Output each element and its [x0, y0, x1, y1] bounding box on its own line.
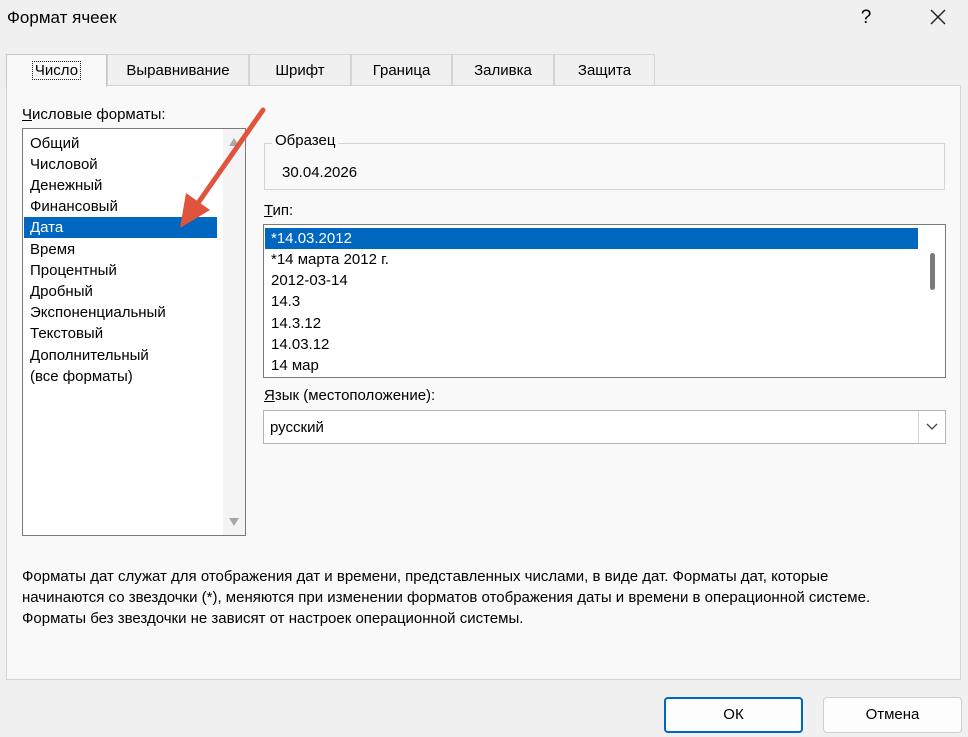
list-item[interactable]: Дополнительный [24, 345, 217, 366]
close-icon [930, 9, 946, 25]
locale-select[interactable]: русский [263, 410, 946, 444]
help-button[interactable]: ? [850, 4, 882, 32]
list-item[interactable]: 14 мар [265, 355, 918, 376]
list-item[interactable]: *14 марта 2012 г. [265, 249, 918, 270]
category-list[interactable]: Общий Числовой Денежный Финансовый Дата … [22, 128, 246, 536]
list-item[interactable]: 2012-03-14 [265, 270, 918, 291]
dialog-title: Формат ячеек [7, 8, 117, 27]
list-item-selected[interactable]: *14.03.2012 [265, 228, 918, 249]
list-item[interactable]: Общий [24, 133, 217, 154]
scroll-down-icon[interactable] [229, 518, 239, 526]
list-item[interactable]: 14.03.12 [265, 334, 918, 355]
type-scrollbar[interactable] [919, 225, 945, 377]
sample-value: 30.04.2026 [282, 164, 358, 181]
tab-border[interactable]: Граница [351, 54, 452, 85]
tab-protection[interactable]: Защита [554, 54, 655, 85]
locale-value: русский [270, 419, 324, 436]
list-item[interactable]: Текстовый [24, 323, 217, 344]
locale-dropdown-button[interactable] [918, 411, 945, 443]
category-scrollbar[interactable] [223, 129, 245, 535]
close-button[interactable] [920, 4, 956, 32]
category-label: Числовые форматы: [22, 106, 166, 123]
sample-label: Образец [272, 132, 339, 149]
list-item[interactable]: (все форматы) [24, 366, 217, 387]
list-item-selected[interactable]: Дата [24, 217, 217, 238]
type-label: Тип: [264, 202, 294, 219]
ok-button[interactable]: ОК [664, 697, 803, 733]
tab-number[interactable]: Число [6, 54, 107, 87]
list-item[interactable]: Процентный [24, 260, 217, 281]
list-item[interactable]: Экспоненциальный [24, 302, 217, 323]
list-item[interactable]: Время [24, 239, 217, 260]
chevron-down-icon [926, 423, 938, 430]
sample-group [264, 143, 945, 190]
list-item[interactable]: 14.3.12 [265, 313, 918, 334]
tab-alignment[interactable]: Выравнивание [107, 54, 249, 85]
list-item[interactable]: Дробный [24, 281, 217, 302]
list-item[interactable]: Числовой [24, 154, 217, 175]
list-item[interactable]: Денежный [24, 175, 217, 196]
list-item[interactable]: 14.3 [265, 291, 918, 312]
type-list[interactable]: *14.03.2012 *14 марта 2012 г. 2012-03-14… [263, 224, 946, 378]
format-description: Форматы дат служат для отображения дат и… [22, 568, 871, 627]
title-bar: Формат ячеек ? [0, 0, 968, 38]
list-item[interactable]: Финансовый [24, 196, 217, 217]
scroll-up-icon[interactable] [229, 138, 239, 146]
cancel-button[interactable]: Отмена [823, 697, 962, 733]
tab-font[interactable]: Шрифт [249, 54, 351, 85]
locale-label: Язык (местоположение): [264, 387, 436, 404]
tab-fill[interactable]: Заливка [452, 54, 554, 85]
scroll-thumb[interactable] [930, 253, 935, 290]
